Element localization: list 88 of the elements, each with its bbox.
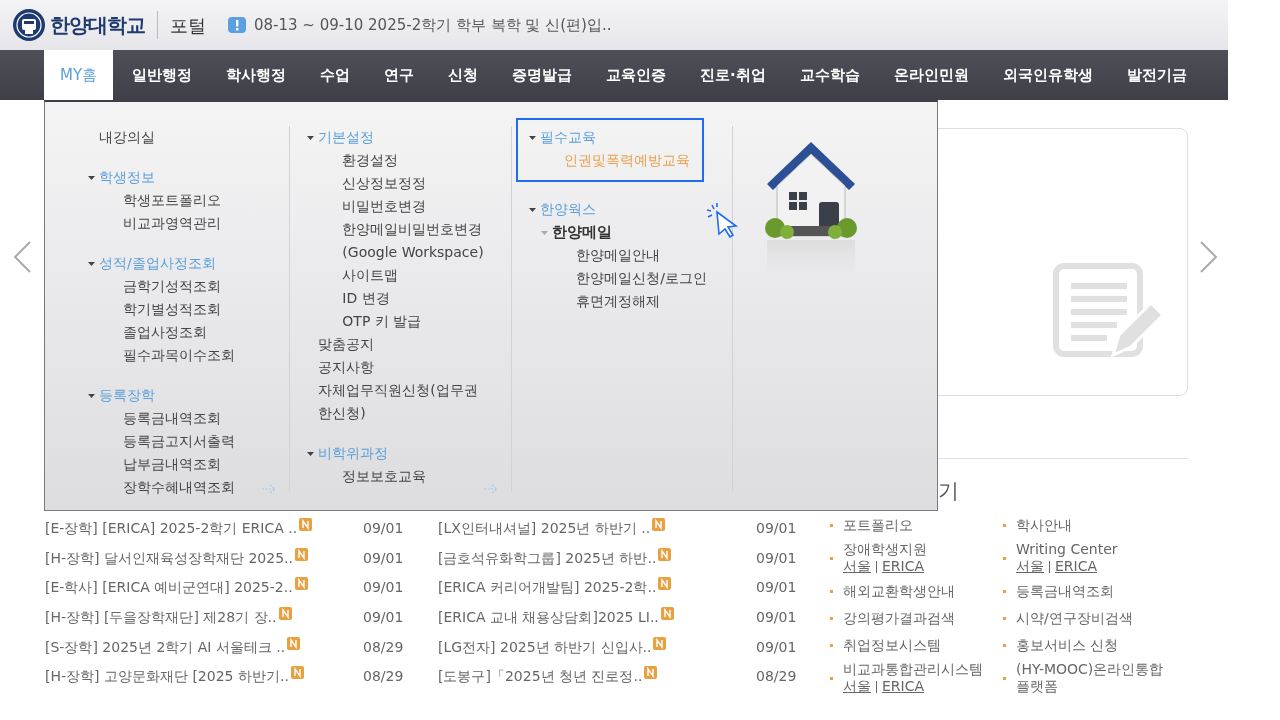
notice-title[interactable]: [E-학사] [ERICA 예비군연대] 2025-2..	[45, 577, 293, 599]
notice-date: 09/01	[756, 637, 797, 657]
campus-link[interactable]: ERICA	[882, 678, 925, 695]
nav-tab[interactable]: 교육인증	[589, 50, 684, 100]
notice-date: 09/01	[363, 578, 404, 598]
campus-link[interactable]: ERICA	[1055, 558, 1098, 575]
nav-tab[interactable]: 학사행정	[209, 50, 304, 100]
nav-tab[interactable]: 교수학습	[782, 50, 877, 100]
notice-date: 09/01	[756, 519, 797, 539]
menu-group-title[interactable]: 한양메일	[552, 221, 613, 244]
more-arrow-icon[interactable]	[483, 484, 500, 494]
notice-date: 08/29	[363, 667, 404, 687]
menu-link[interactable]: 장학수혜내역조회	[111, 476, 290, 499]
menu-link[interactable]: 등록금고지서출력	[111, 430, 290, 453]
notice-link[interactable]: 08-13 ~ 09-10 2025-2학기 학부 복학 및 신(편)입..	[254, 13, 612, 37]
menu-link[interactable]: 금학기성적조회	[111, 275, 290, 298]
notice-date: 09/01	[363, 519, 404, 539]
notice-title[interactable]: [ERICA 교내 채용상담회]2025 LI..	[438, 607, 659, 629]
quick-link[interactable]: 취업정보시스템	[843, 636, 941, 654]
quick-link[interactable]: 홍보서비스 신청	[1016, 636, 1119, 654]
menu-link[interactable]: 정보보호교육	[330, 465, 512, 488]
menu-link[interactable]: 납부금내역조회	[111, 453, 290, 476]
university-emblem-icon[interactable]	[12, 8, 46, 42]
notice-date: 09/01	[756, 578, 797, 598]
section-title: 기	[938, 478, 959, 505]
menu-link[interactable]: 휴면계정해제	[564, 290, 732, 313]
nav-tab[interactable]: 신청	[431, 50, 496, 100]
quick-link[interactable]: 학사안내	[1016, 516, 1072, 534]
notice-title[interactable]: [H-장학] [두을장학재단] 제28기 장..	[45, 607, 277, 629]
menu-link[interactable]: 맞춤공지	[306, 333, 512, 356]
notice-icon	[228, 17, 246, 33]
notice-date: 09/01	[756, 608, 797, 628]
quick-link[interactable]: 포트폴리오	[843, 516, 913, 534]
menu-link[interactable]: 비밀번호변경	[330, 195, 512, 218]
menu-link[interactable]: 한양메일신청/로그인	[564, 267, 732, 290]
quick-link[interactable]: 강의평가결과검색	[843, 609, 955, 627]
quick-link[interactable]: 장애학생지원	[843, 541, 927, 558]
notice-title[interactable]: [ERICA 커리어개발팀] 2025-2학..	[438, 577, 657, 599]
nav-tab[interactable]: 증명발급	[495, 50, 590, 100]
notice-title[interactable]: [E-장학] [ERICA] 2025-2학기 ERICA ..	[45, 518, 298, 540]
quick-link[interactable]: 비교과통합관리시스템	[843, 661, 983, 678]
menu-link[interactable]: 자체업무직원신청(업무권한신청)	[306, 379, 492, 425]
notice-title[interactable]: [H-장학] 고양문화재단 [2025 하반기..	[45, 666, 289, 688]
menu-link[interactable]: ID 변경	[330, 287, 512, 310]
menu-link[interactable]: 환경설정	[330, 149, 512, 172]
notice-title[interactable]: [H-장학] 달서인재육성장학재단 2025..	[45, 547, 293, 569]
menu-link[interactable]: 등록금내역조회	[111, 407, 290, 430]
notice-date: 08/29	[363, 637, 404, 657]
notice-title[interactable]: [LG전자] 2025년 하반기 신입사..	[438, 636, 652, 658]
menu-link[interactable]: 비교과영역관리	[111, 212, 290, 235]
notice-date: 09/01	[756, 548, 797, 568]
notice-date: 08/29	[756, 667, 797, 687]
portal-label: 포털	[170, 13, 206, 38]
menu-link[interactable]: 학생포트폴리오	[111, 189, 290, 212]
nav-tab[interactable]: 수업	[303, 50, 368, 100]
notice-title[interactable]: [LX인터내셔널] 2025년 하반기 ..	[438, 518, 651, 540]
more-arrow-icon[interactable]	[261, 484, 278, 494]
menu-link[interactable]: 내강의실	[87, 126, 290, 149]
nav-tab[interactable]: 진로·취업	[683, 50, 783, 100]
menu-link[interactable]: 사이트맵	[330, 264, 512, 287]
menu-link[interactable]: 신상정보정정	[330, 172, 512, 195]
notice-date: 09/01	[363, 608, 404, 628]
menu-link[interactable]: OTP 키 발급	[330, 310, 512, 333]
quick-link[interactable]: Writing Center	[1016, 541, 1118, 558]
menu-link[interactable]: 졸업사정조회	[111, 321, 290, 344]
nav-tab[interactable]: 일반행정	[115, 50, 210, 100]
quick-link[interactable]: 해외교환학생안내	[843, 582, 955, 600]
notice-title[interactable]: [도봉구]「2025년 청년 진로정..	[438, 666, 643, 688]
menu-link[interactable]: 한양메일안내	[564, 244, 732, 267]
nav-tab[interactable]: 연구	[367, 50, 432, 100]
menu-link[interactable]: 필수과목이수조회	[111, 344, 290, 367]
nav-tab[interactable]: 발전기금	[1109, 50, 1204, 100]
notice-date: 09/01	[363, 548, 404, 568]
notice-title[interactable]: [금호석유화학그룹] 2025년 하반..	[438, 547, 657, 569]
notice-title[interactable]: [S-장학] 2025년 2학기 AI 서울테크 ..	[45, 636, 286, 658]
campus-link[interactable]: ERICA	[882, 558, 925, 575]
quick-link[interactable]: 등록금내역조회	[1016, 582, 1114, 600]
nav-tab[interactable]: 온라인민원	[876, 50, 986, 100]
menu-link[interactable]: 학기별성적조회	[111, 298, 290, 321]
campus-link[interactable]: 서울	[843, 558, 871, 575]
menu-link[interactable]: 공지사항	[306, 356, 512, 379]
nav-tab[interactable]: 외국인유학생	[985, 50, 1110, 100]
quick-link[interactable]: 시약/연구장비검색	[1016, 609, 1133, 627]
logo-text[interactable]: 한양대학교	[50, 10, 145, 40]
campus-link[interactable]: 서울	[843, 678, 871, 695]
quick-link[interactable]: (HY-MOOC)온라인통합플랫폼	[1016, 661, 1176, 695]
campus-link[interactable]: 서울	[1016, 558, 1044, 575]
menu-link[interactable]: 한양메일비밀번호변경(Google Workspace)	[330, 218, 516, 264]
